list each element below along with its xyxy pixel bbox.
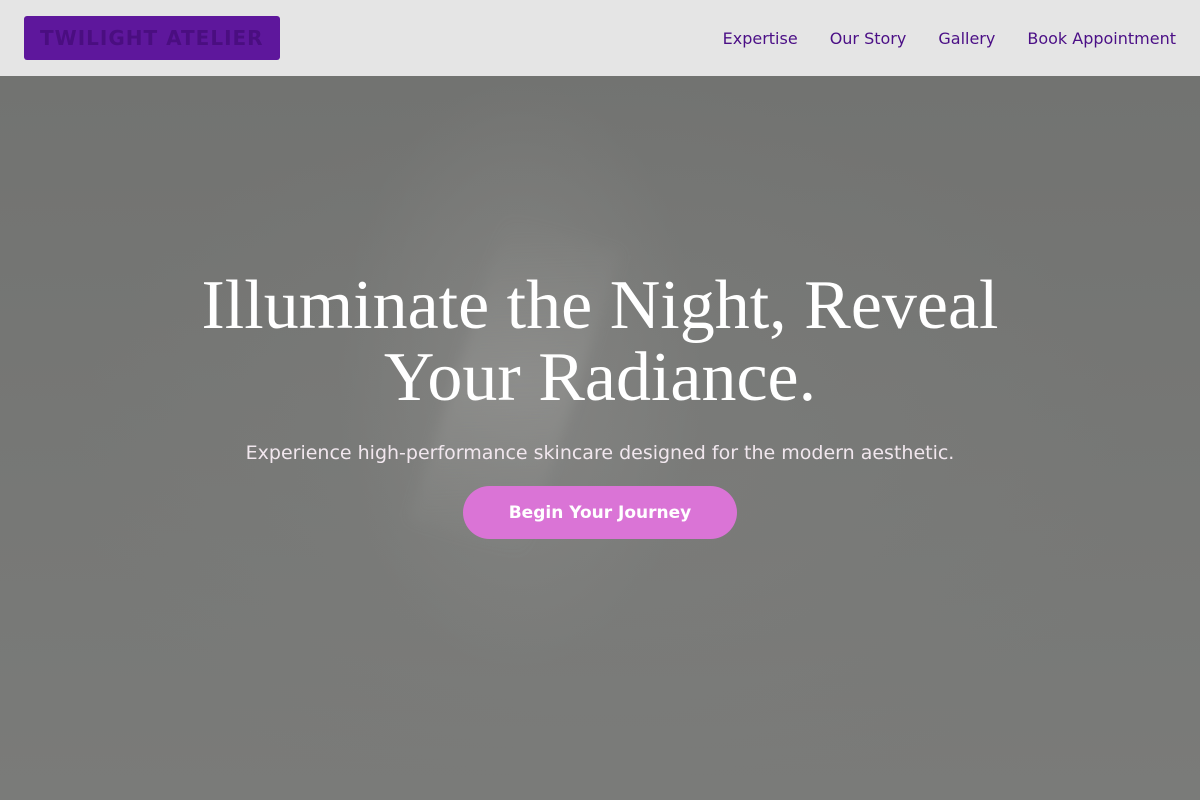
hero-title: Illuminate the Night, Reveal Your Radian… [170,270,1030,414]
nav-link-gallery[interactable]: Gallery [938,29,995,48]
landing-page: TWILIGHT ATELIER Expertise Our Story Gal… [0,0,1200,800]
hero-title-line-2: Your Radiance. [383,339,817,416]
hero-section: Illuminate the Night, Reveal Your Radian… [0,270,1200,539]
hero-subtitle: Experience high-performance skincare des… [245,442,955,464]
top-navigation-bar: TWILIGHT ATELIER Expertise Our Story Gal… [0,0,1200,76]
nav-link-our-story[interactable]: Our Story [830,29,907,48]
begin-journey-button[interactable]: Begin Your Journey [463,486,737,539]
hero-title-line-1: Illuminate the Night, Reveal [201,267,999,344]
nav-link-expertise[interactable]: Expertise [723,29,798,48]
brand-logo-text: TWILIGHT ATELIER [40,26,264,50]
nav-link-book-appointment[interactable]: Book Appointment [1027,29,1176,48]
nav-links: Expertise Our Story Gallery Book Appoint… [723,29,1176,48]
brand-logo[interactable]: TWILIGHT ATELIER [24,16,280,60]
